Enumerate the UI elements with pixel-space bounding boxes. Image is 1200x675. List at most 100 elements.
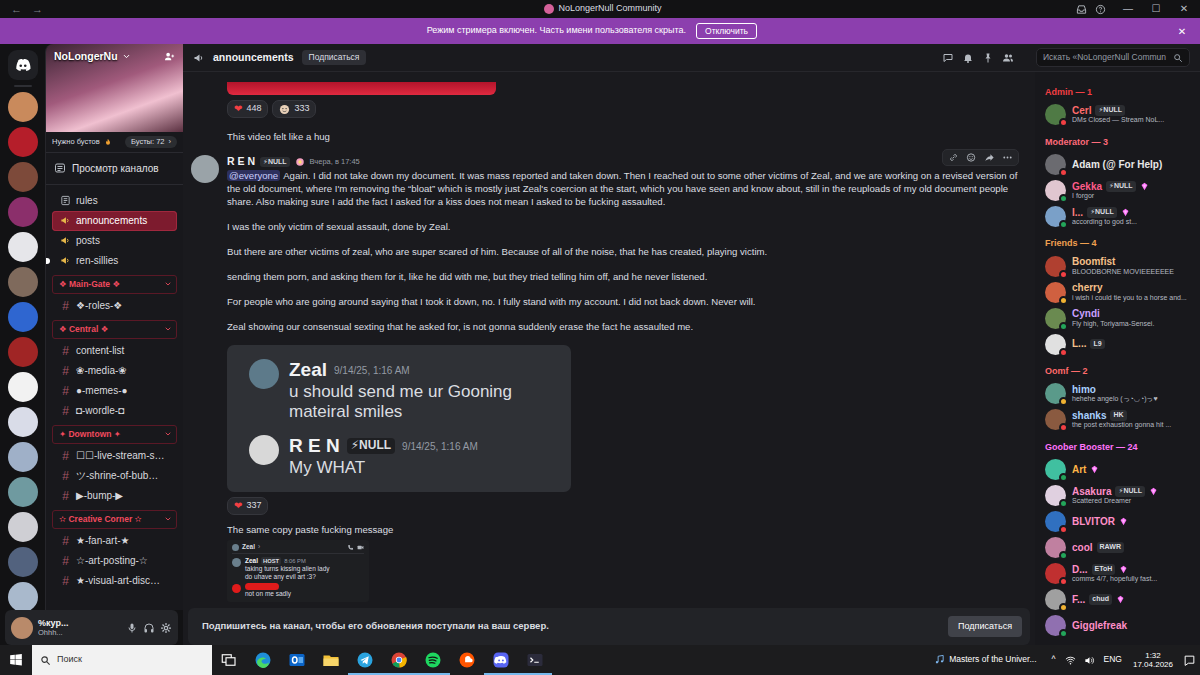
video-embed[interactable]	[227, 82, 496, 95]
member-row[interactable]: F...chud	[1043, 586, 1196, 612]
more-icon[interactable]	[1002, 152, 1013, 163]
tray-expand-button[interactable]: ^	[1047, 654, 1061, 665]
threads-icon[interactable]	[942, 52, 954, 64]
member-row[interactable]: CyndiFly high, Toriyama-Sensei.	[1043, 305, 1196, 331]
server-icon[interactable]	[8, 337, 38, 367]
start-button[interactable]	[0, 645, 32, 675]
channel-item[interactable]: posts	[52, 231, 177, 251]
close-button[interactable]: ✕	[1170, 4, 1198, 14]
member-row[interactable]: L...L9	[1043, 331, 1196, 357]
server-icon[interactable]	[8, 442, 38, 472]
channel-item[interactable]: #❀-media-❀	[52, 361, 177, 381]
server-icon[interactable]	[8, 512, 38, 542]
channel-name[interactable]: ▶-bump-▶	[76, 489, 123, 502]
boost-bar[interactable]: Нужно бустовБусты: 72›	[46, 132, 183, 152]
server-tag[interactable]: ⚡NULL	[260, 157, 290, 168]
boost-count[interactable]: Бусты: 72›	[125, 136, 177, 148]
reaction[interactable]: 333	[272, 100, 316, 118]
server-icon[interactable]	[8, 92, 38, 122]
channel-name[interactable]: ☐☐-live-stream-s…	[76, 449, 165, 462]
member-row[interactable]: himohehehe angelo (っ◔◡◔)っ♥	[1043, 381, 1196, 407]
server-icon[interactable]	[8, 582, 38, 610]
forward-button[interactable]: →	[29, 4, 46, 15]
close-banner-button[interactable]: ✕	[1174, 25, 1190, 38]
inbox-icon[interactable]	[1076, 4, 1087, 15]
channel-item[interactable]: #◘-wordle-◘	[52, 401, 177, 421]
member-row[interactable]: Gekka⚡NULLI forgor	[1043, 177, 1196, 203]
disable-streamer-mode-button[interactable]: Отключить	[696, 23, 757, 39]
member-row[interactable]: shanksHKthe post exhaustion gonna hit ..…	[1043, 407, 1196, 433]
channel-name[interactable]: rules	[76, 194, 98, 207]
search-box[interactable]	[1036, 48, 1190, 67]
author-avatar[interactable]	[191, 155, 219, 183]
embedded-screenshot[interactable]: Zeal›ZealHOST8:06 PMtaking turns kissing…	[227, 540, 369, 602]
server-header[interactable]: NoLongerNu	[54, 50, 175, 64]
invite-icon[interactable]	[164, 51, 175, 62]
member-row[interactable]: BLVITOR	[1043, 508, 1196, 534]
server-icon[interactable]	[8, 267, 38, 297]
bell-icon[interactable]	[962, 52, 974, 64]
channel-item[interactable]: #content-list	[52, 341, 177, 361]
server-icon[interactable]	[8, 162, 38, 192]
server-icon[interactable]	[8, 232, 38, 262]
channel-name[interactable]: announcements	[76, 214, 147, 227]
maximize-button[interactable]: ☐	[1142, 4, 1170, 14]
channel-item[interactable]: rules	[52, 191, 177, 211]
channel-item[interactable]: #●-memes-●	[52, 381, 177, 401]
member-row[interactable]: Asakura⚡NULLScattered Dreamer	[1043, 482, 1196, 508]
taskbar-app[interactable]	[314, 645, 348, 675]
clock[interactable]: 1:3217.04.2026	[1127, 651, 1179, 669]
member-row[interactable]: Gigglefreak	[1043, 612, 1196, 638]
channel-name[interactable]: ★-fan-art-★	[76, 534, 130, 547]
follow-button[interactable]: Подписаться	[302, 50, 367, 65]
user-avatar[interactable]	[11, 617, 33, 639]
member-row[interactable]: Cerl⚡NULLDMs Closed — Stream NoL...	[1043, 102, 1196, 128]
channel-item[interactable]: #★-visual-art-disc…	[52, 571, 177, 591]
taskbar-app[interactable]	[246, 645, 280, 675]
taskbar-app[interactable]	[416, 645, 450, 675]
member-row[interactable]: Art	[1043, 456, 1196, 482]
settings-gear-icon[interactable]	[160, 622, 172, 634]
chevron-down-icon[interactable]	[122, 52, 131, 61]
server-icon[interactable]	[8, 372, 38, 402]
channel-item[interactable]: ren-sillies	[52, 251, 177, 271]
server-icon[interactable]	[8, 302, 38, 332]
add-reaction-icon[interactable]	[966, 152, 977, 163]
minimize-button[interactable]: —	[1114, 4, 1142, 14]
channel-item[interactable]: #ツ-shrine-of-bub…	[52, 466, 177, 486]
reaction[interactable]: ❤337	[227, 497, 268, 515]
channel-item[interactable]: announcements	[52, 211, 177, 231]
taskbar-app[interactable]	[348, 645, 382, 675]
member-row[interactable]: I...⚡NULLaccording to god st...	[1043, 203, 1196, 229]
channel-item[interactable]: #☐☐-live-stream-s…	[52, 446, 177, 466]
channel-category[interactable]: ❖ Main-Gate ❖	[52, 275, 177, 294]
channel-name[interactable]: ☆-art-posting-☆	[76, 554, 148, 567]
channel-item[interactable]: #▶-bump-▶	[52, 486, 177, 506]
embedded-screenshot[interactable]: Zeal9/14/25, 1:16 AMu should send me ur …	[227, 345, 571, 492]
volume-icon[interactable]	[1084, 655, 1095, 666]
channel-name[interactable]: posts	[76, 234, 100, 247]
back-button[interactable]: ←	[8, 4, 25, 15]
server-icon[interactable]	[8, 477, 38, 507]
taskbar-app[interactable]	[484, 645, 518, 675]
channel-name[interactable]: ❀-media-❀	[76, 364, 127, 377]
server-icon[interactable]	[8, 127, 38, 157]
network-icon[interactable]	[1065, 655, 1076, 666]
microphone-icon[interactable]	[126, 622, 138, 634]
member-row[interactable]: Adam (@ For Help)	[1043, 151, 1196, 177]
headphones-icon[interactable]	[143, 622, 155, 634]
pin-icon[interactable]	[982, 52, 994, 64]
channel-name[interactable]: ★-visual-art-disc…	[76, 574, 160, 587]
channel-name[interactable]: ❖-roles-❖	[76, 299, 122, 312]
media-widget[interactable]: Masters of the Univer...	[934, 654, 1036, 665]
member-row[interactable]: coolRAWR	[1043, 534, 1196, 560]
home-button[interactable]	[8, 50, 38, 80]
server-icon[interactable]	[8, 547, 38, 577]
channel-name[interactable]: ◘-wordle-◘	[76, 404, 124, 417]
follow-channel-button[interactable]: Подписаться	[948, 616, 1022, 638]
members-icon[interactable]	[1002, 52, 1014, 64]
reaction[interactable]: ❤448	[227, 100, 268, 118]
channel-category[interactable]: ❖ Central ❖	[52, 320, 177, 339]
server-icon[interactable]	[8, 197, 38, 227]
taskbar-search[interactable]: Поиск	[32, 645, 212, 675]
